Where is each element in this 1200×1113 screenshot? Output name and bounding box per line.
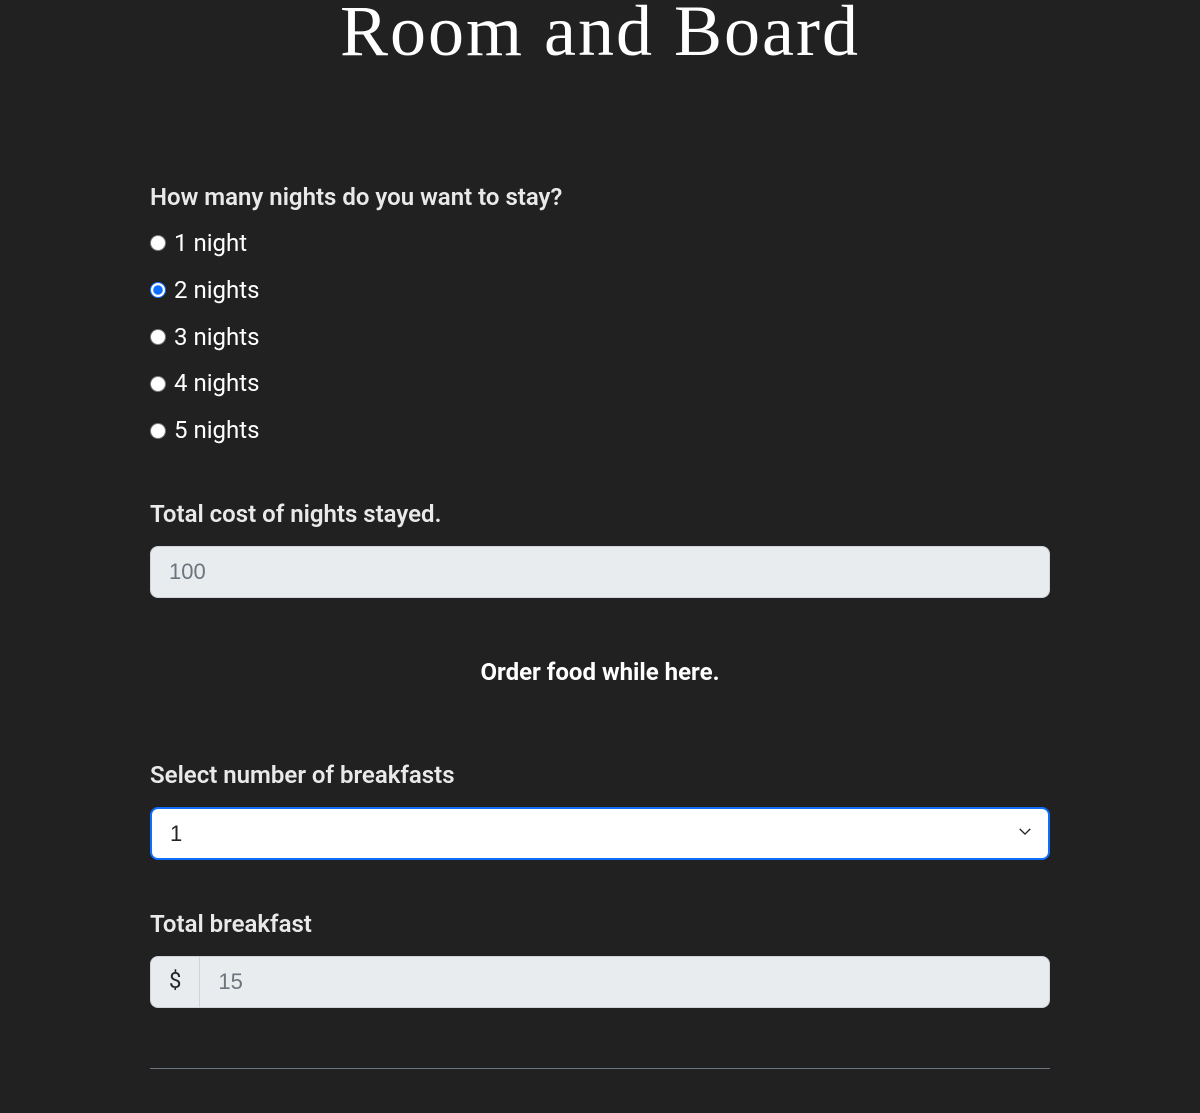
divider [150, 1068, 1050, 1069]
nights-question-label: How many nights do you want to stay? [150, 183, 1050, 211]
nights-radio-label[interactable]: 1 night [174, 229, 247, 258]
total-cost-input [150, 546, 1050, 598]
nights-radio-group: How many nights do you want to stay? 1 n… [150, 183, 1050, 445]
nights-radio-label[interactable]: 4 nights [174, 369, 259, 398]
total-cost-group: Total cost of nights stayed. [150, 500, 1050, 598]
currency-symbol: $ [150, 956, 199, 1008]
nights-radio-1[interactable] [150, 235, 166, 251]
breakfast-select[interactable]: 1 [150, 807, 1050, 860]
nights-option-row: 3 nights [150, 323, 1050, 352]
total-breakfast-group: Total breakfast $ [150, 910, 1050, 1008]
breakfast-select-label: Select number of breakfasts [150, 761, 1050, 789]
nights-radio-4[interactable] [150, 376, 166, 392]
nights-radio-label[interactable]: 5 nights [174, 416, 259, 445]
total-breakfast-input [199, 956, 1050, 1008]
breakfast-select-group: Select number of breakfasts 1 [150, 761, 1050, 860]
nights-radio-2[interactable] [150, 282, 166, 298]
nights-option-row: 1 night [150, 229, 1050, 258]
nights-radio-5[interactable] [150, 423, 166, 439]
nights-option-row: 5 nights [150, 416, 1050, 445]
nights-radio-label[interactable]: 2 nights [174, 276, 259, 305]
nights-radio-label[interactable]: 3 nights [174, 323, 259, 352]
total-breakfast-label: Total breakfast [150, 910, 1050, 938]
nights-radio-3[interactable] [150, 329, 166, 345]
nights-option-row: 2 nights [150, 276, 1050, 305]
page-title: Room and Board [150, 0, 1050, 73]
total-cost-label: Total cost of nights stayed. [150, 500, 1050, 528]
nights-option-row: 4 nights [150, 369, 1050, 398]
order-food-heading: Order food while here. [150, 658, 1050, 686]
